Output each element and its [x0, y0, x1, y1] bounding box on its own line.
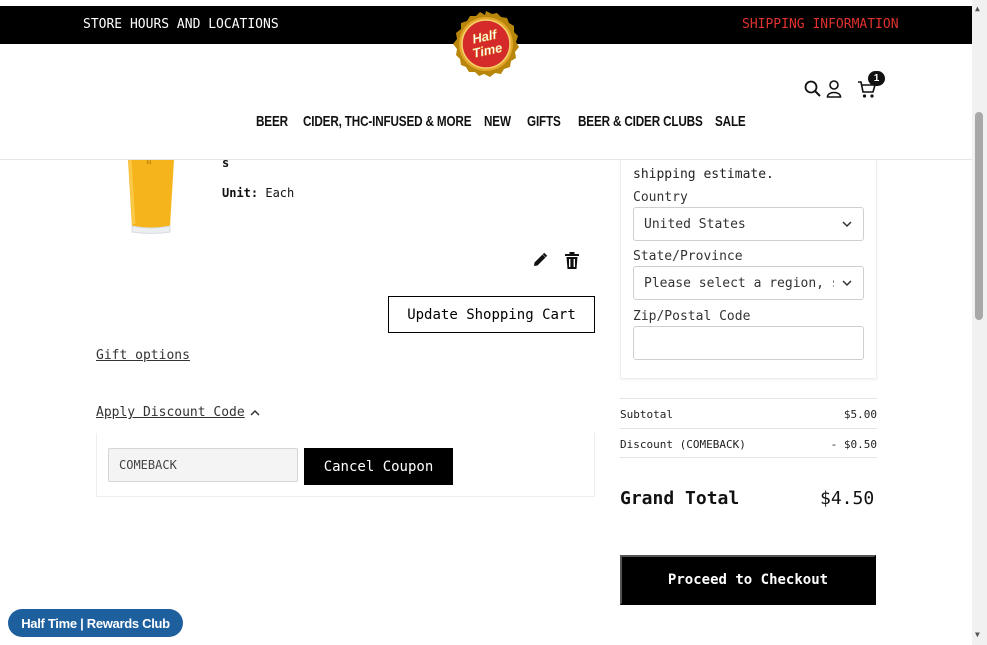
state-label: State/Province: [633, 249, 743, 264]
country-label: Country: [633, 190, 688, 205]
pencil-icon[interactable]: [530, 250, 550, 270]
scroll-up-arrow-icon[interactable]: ▲: [975, 4, 980, 13]
search-icon[interactable]: [804, 78, 822, 100]
half-time-logo[interactable]: Half Time: [452, 10, 520, 78]
grand-total-value: $4.50: [820, 488, 875, 509]
nav-beer-cider-clubs[interactable]: BEER & CIDER CLUBS: [578, 113, 703, 133]
discount-row: Discount (COMEBACK) - $0.50: [620, 428, 877, 458]
state-select[interactable]: Please select a region, state or provinc…: [633, 266, 864, 300]
discount-code-input[interactable]: [108, 448, 298, 482]
subtotal-label: Subtotal: [620, 408, 673, 421]
grand-total-label: Grand Total: [620, 488, 740, 509]
chevron-down-icon: [842, 221, 852, 228]
cart-count-badge: 1: [868, 71, 885, 86]
discount-label: Discount (COMEBACK): [620, 438, 746, 451]
subtotal-row: Subtotal $5.00: [620, 398, 877, 428]
country-value: United States: [644, 216, 746, 232]
unit-label: Unit:: [222, 186, 259, 200]
rewards-club-button[interactable]: Half Time | Rewards Club: [8, 609, 183, 637]
product-unit: Unit: Each: [222, 186, 294, 200]
scroll-down-arrow-icon[interactable]: ▼: [975, 630, 980, 639]
chevron-down-icon: [842, 280, 852, 287]
discount-value: - $0.50: [830, 438, 877, 451]
nav-sale[interactable]: SALE: [715, 113, 746, 133]
unit-value: Each: [265, 186, 295, 200]
chevron-up-icon[interactable]: [250, 407, 260, 420]
gift-options-link[interactable]: Gift options: [96, 348, 190, 363]
proceed-to-checkout-button[interactable]: Proceed to Checkout: [620, 555, 876, 605]
zip-label: Zip/Postal Code: [633, 309, 751, 324]
shipping-estimate-text: shipping estimate.: [633, 167, 774, 182]
nav-beer[interactable]: BEER: [256, 113, 293, 133]
update-shopping-cart-button[interactable]: Update Shopping Cart: [388, 296, 595, 333]
subtotal-value: $5.00: [843, 408, 877, 421]
country-select[interactable]: United States: [633, 207, 864, 241]
scrollbar-track[interactable]: [972, 0, 987, 645]
svg-text:Ti: Ti: [146, 160, 151, 166]
nav-gifts[interactable]: GIFTS: [527, 113, 567, 133]
apply-discount-code-toggle[interactable]: Apply Discount Code: [96, 405, 245, 420]
nav-new[interactable]: NEW: [484, 113, 518, 133]
trash-icon[interactable]: [562, 250, 582, 270]
scrollbar-thumb[interactable]: [975, 112, 983, 320]
state-value: Please select a region, state or provinc…: [644, 275, 834, 291]
main-nav: BEER CIDER, THC-INFUSED & MORE NEW GIFTS…: [256, 113, 755, 133]
user-icon[interactable]: [826, 78, 842, 100]
nav-cider-thc[interactable]: CIDER, THC-INFUSED & MORE: [303, 113, 472, 133]
shipping-information-link[interactable]: SHIPPING INFORMATION: [742, 17, 899, 32]
product-image-beer-glass[interactable]: Ti: [126, 160, 176, 234]
cancel-coupon-button[interactable]: Cancel Coupon: [304, 448, 453, 485]
store-hours-link[interactable]: STORE HOURS AND LOCATIONS: [83, 17, 279, 32]
zip-postal-code-input[interactable]: [633, 326, 864, 360]
